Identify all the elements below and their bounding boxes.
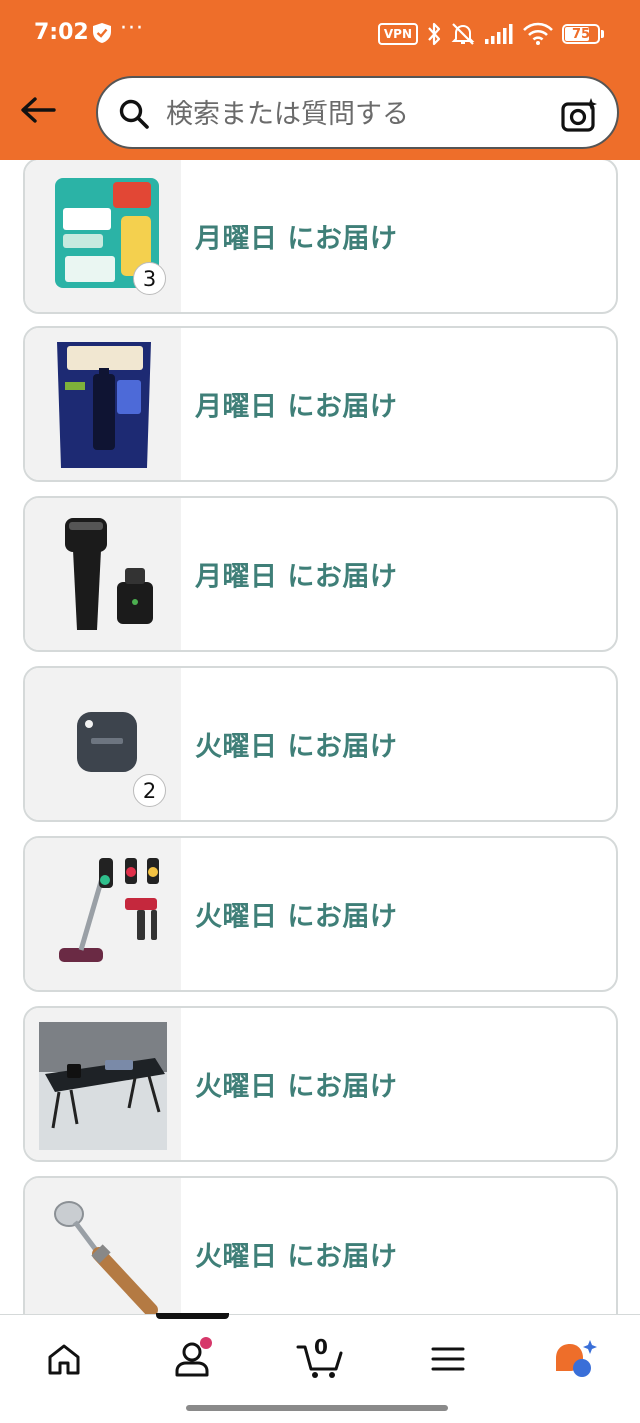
product-thumbnail bbox=[25, 1178, 181, 1314]
cart-count: 0 bbox=[314, 1335, 328, 1359]
delivery-card[interactable]: 火曜日 にお届け bbox=[23, 836, 618, 992]
home-icon bbox=[48, 1344, 80, 1375]
fabric-softener-refill-pack-icon bbox=[57, 342, 151, 468]
wooden-handle-tool-icon bbox=[54, 1201, 158, 1314]
battery-level-text: 75 bbox=[571, 26, 591, 42]
nav-profile[interactable] bbox=[162, 1333, 222, 1385]
wifi-icon bbox=[523, 22, 553, 45]
shield-check-icon bbox=[93, 23, 111, 43]
delivery-day-label: 月曜日 にお届け bbox=[195, 561, 398, 593]
cordless-stick-vacuum-icon bbox=[59, 858, 159, 962]
nav-assistant[interactable] bbox=[546, 1333, 606, 1385]
quantity-badge: 2 bbox=[133, 774, 166, 807]
delivery-day-label: 月曜日 にお届け bbox=[195, 391, 398, 423]
battery-indicator: 75 bbox=[562, 24, 604, 44]
delivery-day-label: 火曜日 にお届け bbox=[195, 1241, 398, 1273]
search-bar[interactable] bbox=[96, 76, 619, 149]
nav-cart[interactable]: 0 bbox=[290, 1333, 350, 1385]
camera-lens-icon[interactable] bbox=[561, 96, 599, 132]
product-thumbnail bbox=[25, 498, 181, 650]
muted-bell-icon bbox=[451, 23, 475, 45]
folding-table-icon bbox=[39, 1022, 167, 1150]
delivery-day-label: 火曜日 にお届け bbox=[195, 901, 398, 933]
delivery-card[interactable]: 3 月曜日 にお届け bbox=[23, 160, 618, 314]
electric-shaver-icon bbox=[65, 518, 153, 630]
product-thumbnail bbox=[25, 1008, 181, 1160]
status-indicators: VPN 75 bbox=[377, 20, 604, 48]
status-time: 7:02 bbox=[34, 20, 89, 45]
delivery-day-label: 火曜日 にお届け bbox=[195, 731, 398, 763]
delivery-card[interactable]: 火曜日 にお届け bbox=[23, 1006, 618, 1162]
active-tab-indicator bbox=[156, 1313, 229, 1319]
back-button[interactable] bbox=[18, 92, 58, 128]
nav-menu[interactable] bbox=[418, 1333, 478, 1385]
delivery-card[interactable]: 2 火曜日 にお届け bbox=[23, 666, 618, 822]
signal-strength-icon bbox=[485, 24, 513, 44]
search-icon bbox=[119, 99, 149, 129]
status-bar: 7:02 ··· VPN 75 bbox=[0, 0, 640, 66]
delivery-list: 3 月曜日 にお届け 月曜日 にお届け 月曜日 にお届け 2 火曜日 にお届け … bbox=[0, 160, 640, 1314]
delivery-card[interactable]: 月曜日 にお届け bbox=[23, 496, 618, 652]
delivery-day-label: 火曜日 にお届け bbox=[195, 1071, 398, 1103]
app-header: 7:02 ··· VPN 75 検索または質問する bbox=[0, 0, 640, 160]
vpn-badge: VPN bbox=[377, 23, 418, 45]
delivery-card[interactable]: 火曜日 にお届け bbox=[23, 1176, 618, 1314]
product-thumbnail bbox=[25, 328, 181, 480]
arrow-left-icon bbox=[21, 97, 56, 123]
product-thumbnail bbox=[25, 838, 181, 990]
menu-icon bbox=[431, 1347, 465, 1371]
delivery-card[interactable]: 月曜日 にお届け bbox=[23, 326, 618, 482]
search-input[interactable] bbox=[166, 94, 546, 134]
notification-dot bbox=[200, 1337, 212, 1349]
system-home-indicator bbox=[186, 1405, 448, 1411]
nav-home[interactable] bbox=[34, 1333, 94, 1385]
quantity-badge: 3 bbox=[133, 262, 166, 295]
status-more-dots: ··· bbox=[120, 16, 144, 41]
bluetooth-icon bbox=[428, 22, 441, 46]
assistant-icon bbox=[556, 1340, 597, 1377]
delivery-day-label: 月曜日 にお届け bbox=[195, 223, 398, 255]
